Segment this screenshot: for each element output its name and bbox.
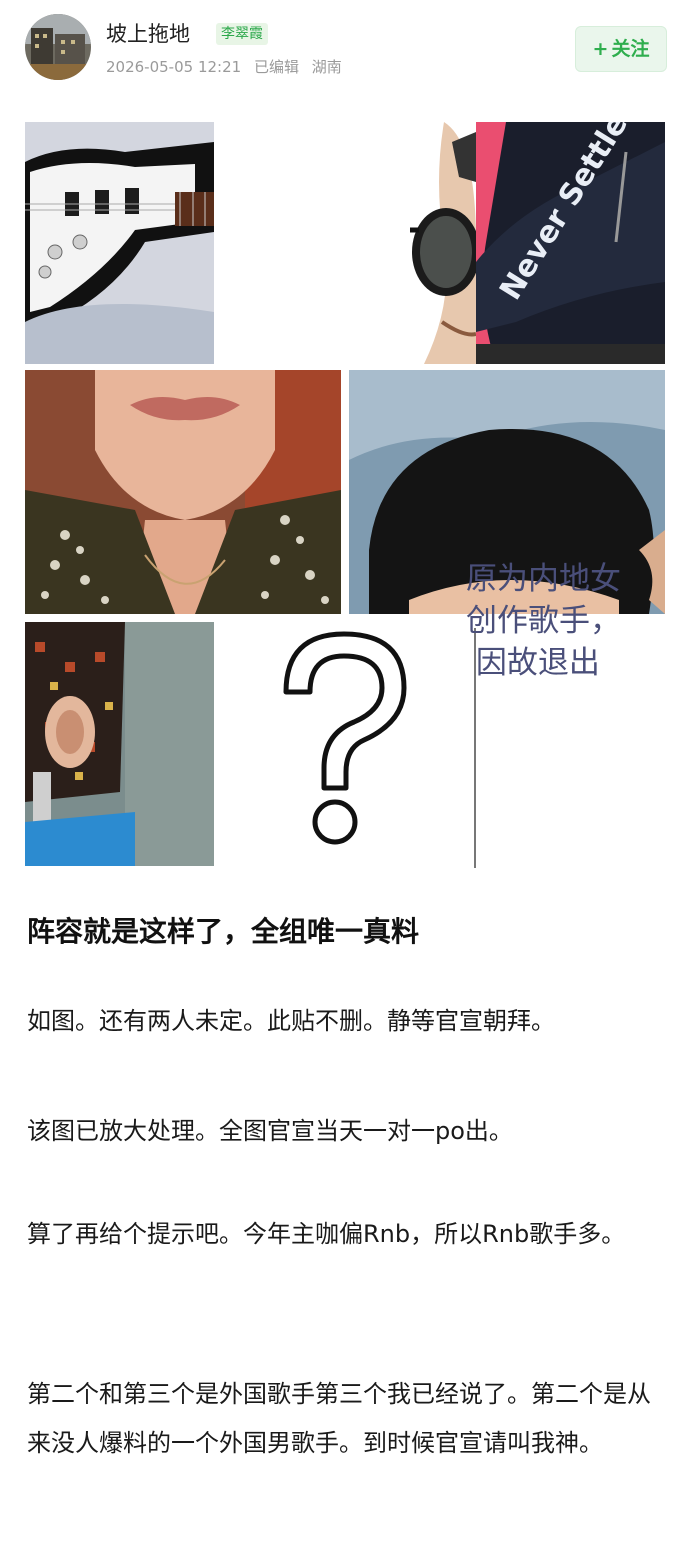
post-image-collage[interactable]: Never Settle (25, 120, 665, 870)
post-meta: 2026-05-05 12:21 已编辑 湖南 (106, 56, 350, 77)
post-date: 2026-05-05 12:21 (106, 58, 242, 76)
collage-caption: 原为内地女 创作歌手， 因故退出 (466, 561, 621, 681)
post-header: 坡上拖地 李翠霞 2026-05-05 12:21 已编辑 湖南 + 关注 (0, 0, 690, 110)
ear-photo (25, 622, 214, 866)
guitar-photo (25, 122, 214, 364)
face-photo (25, 370, 341, 614)
post-headline: 阵容就是这样了，全组唯一真料 (27, 915, 420, 948)
post-paragraph: 第二个和第三个是外国歌手第三个我已经说了。第二个是从来没人爆料的一个外国男歌手。… (27, 1380, 651, 1457)
plus-icon: + (592, 38, 609, 60)
post-paragraph: 该图已放大处理。全图官宣当天一对一po出。 (27, 1117, 513, 1145)
edited-label: 已编辑 (253, 58, 299, 76)
author-tag: 李翠霞 (216, 23, 268, 45)
avatar[interactable] (25, 14, 91, 80)
follow-label: 关注 (611, 38, 650, 60)
question-mark-panel (214, 622, 476, 866)
sunglasses-photo (214, 122, 476, 364)
author-name[interactable]: 坡上拖地 (106, 18, 190, 48)
post-paragraph: 如图。还有两人未定。此贴不删。静等官宣朝拜。 (27, 1007, 555, 1035)
location-label: 湖南 (311, 58, 342, 76)
never-settle-jacket-photo: Never Settle (476, 122, 665, 364)
post-paragraph: 算了再给个提示吧。今年主咖偏Rnb，所以Rnb歌手多。 (27, 1220, 626, 1248)
follow-button[interactable]: + 关注 (575, 26, 667, 72)
